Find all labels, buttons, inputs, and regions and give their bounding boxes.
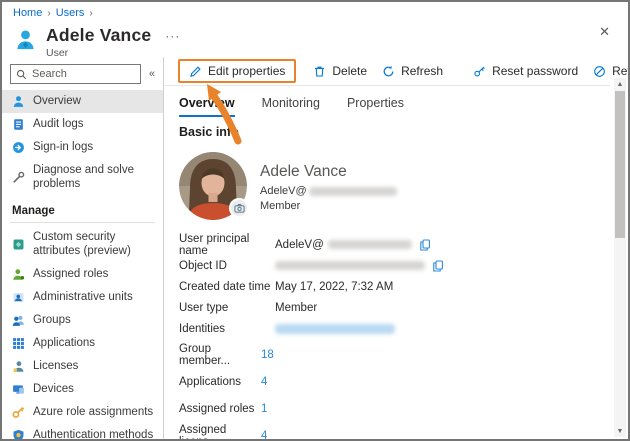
breadcrumb-users[interactable]: Users (56, 7, 85, 19)
block-icon (594, 65, 605, 77)
tab-overview[interactable]: Overview (179, 96, 235, 117)
sidebar-item-custom-security-attributes[interactable]: Custom security attributes (preview) (2, 226, 163, 263)
scrollbar-thumb[interactable] (615, 91, 625, 238)
edit-properties-button[interactable]: Edit properties (178, 59, 297, 83)
breadcrumb-home[interactable]: Home (13, 7, 42, 19)
delete-button[interactable]: Delete (313, 64, 367, 78)
close-icon[interactable]: ✕ (599, 25, 610, 38)
person-role-icon (12, 268, 25, 281)
license-person-icon (12, 360, 25, 373)
user-person-icon (14, 25, 37, 59)
group-memberships-count-link[interactable]: 18 (261, 349, 274, 361)
key-icon (12, 406, 25, 419)
shield-icon (12, 429, 25, 439)
applications-grid-icon (12, 337, 25, 350)
scrollbar-up-icon[interactable]: ▲ (614, 78, 626, 90)
stat-assigned-roles: Assigned roles 1 (179, 402, 268, 415)
search-icon (16, 69, 27, 79)
copy-icon[interactable] (419, 238, 431, 251)
breadcrumb-separator: › (47, 7, 51, 19)
sidebar-divider (10, 221, 155, 223)
page-header: Adele Vance ··· User (14, 25, 180, 59)
admin-units-icon (12, 291, 25, 304)
stat-applications: Applications 4 (179, 375, 268, 388)
sidebar-item-authentication-methods[interactable]: Authentication methods (2, 424, 163, 439)
tab-bar: Overview Monitoring Properties (179, 96, 404, 117)
field-user-type: User type Member (179, 301, 318, 314)
summary-stats: Group member... 18 Applications 4 Assign… (179, 341, 274, 441)
wrench-icon (12, 171, 25, 184)
toolbar: Edit properties Delete Refresh Reset pas… (165, 57, 628, 86)
title-more-icon[interactable]: ··· (165, 29, 180, 43)
sidebar-item-diagnose[interactable]: Diagnose and solve problems (2, 159, 163, 196)
redacted-identities-link[interactable] (275, 323, 395, 334)
breadcrumb: Home › Users › (13, 7, 93, 19)
field-created-date: Created date time May 17, 2022, 7:32 AM (179, 280, 394, 293)
sidebar-item-azure-role-assignments[interactable]: Azure role assignments (2, 401, 163, 424)
sidebar-search-input[interactable]: Search (10, 64, 141, 84)
sidebar-section-manage: Manage (12, 204, 55, 217)
security-attributes-icon (12, 238, 25, 251)
sidebar-item-audit-logs[interactable]: Audit logs (2, 113, 163, 136)
basic-info-title: Basic info (179, 125, 239, 139)
upn-value-prefix: AdeleV@ (275, 238, 324, 251)
refresh-icon (383, 65, 394, 76)
sidebar: Search « Overview Audit logs Sign-in log… (2, 57, 164, 439)
sidebar-item-overview[interactable]: Overview (2, 90, 163, 113)
revoke-sessions-button[interactable]: Revoke sessions (593, 64, 628, 78)
page-title: Adele Vance (46, 25, 152, 45)
field-identities: Identities (179, 318, 444, 339)
audit-logs-icon (12, 118, 25, 131)
azure-user-profile-panel: Home › Users › ✕ Adele Vance ··· User Se… (0, 0, 630, 441)
change-photo-camera-icon[interactable] (229, 198, 249, 218)
assigned-roles-count-link[interactable]: 1 (261, 403, 267, 415)
field-object-id: Object ID (179, 255, 444, 276)
sidebar-item-administrative-units[interactable]: Administrative units (2, 286, 163, 309)
profile-name: Adele Vance (260, 163, 347, 180)
redacted-domain (308, 186, 397, 196)
tab-properties[interactable]: Properties (347, 96, 404, 117)
stat-assigned-licenses: Assigned licens... 4 (179, 423, 268, 441)
redacted-upn-domain (327, 240, 412, 249)
copy-icon[interactable] (432, 259, 444, 272)
profile-upn-prefix: AdeleV@ (260, 185, 307, 197)
profile-member-type: Member (260, 200, 301, 212)
sidebar-item-signin-logs[interactable]: Sign-in logs (2, 136, 163, 159)
sidebar-item-applications[interactable]: Applications (2, 332, 163, 355)
reset-password-button[interactable]: Reset password (473, 64, 578, 78)
refresh-button[interactable]: Refresh (382, 64, 443, 78)
sidebar-collapse-icon[interactable]: « (147, 68, 157, 80)
reset-password-key-icon (474, 66, 485, 76)
scrollbar-down-icon[interactable]: ▼ (614, 425, 626, 437)
devices-monitor-icon (12, 383, 25, 396)
content-pane: Edit properties Delete Refresh Reset pas… (165, 57, 628, 439)
sidebar-item-assigned-roles[interactable]: Assigned roles (2, 263, 163, 286)
field-user-principal-name: User principal name AdeleV@ (179, 233, 444, 257)
stat-group-memberships: Group member... 18 (179, 342, 274, 367)
applications-count-link[interactable]: 4 (261, 376, 267, 388)
search-placeholder: Search (32, 68, 67, 80)
pencil-icon (190, 65, 201, 77)
vertical-scrollbar[interactable]: ▲ ▼ (614, 78, 626, 437)
sidebar-nav: Overview Audit logs Sign-in logs Diagnos… (2, 90, 163, 439)
redacted-object-id (275, 261, 425, 270)
groups-icon (12, 314, 25, 327)
basic-info-fields: User principal name AdeleV@ Object ID Cr… (179, 233, 444, 339)
sidebar-item-licenses[interactable]: Licenses (2, 355, 163, 378)
tab-monitoring[interactable]: Monitoring (262, 96, 320, 117)
sidebar-item-devices[interactable]: Devices (2, 378, 163, 401)
overview-person-icon (12, 95, 25, 108)
signin-logs-icon (12, 141, 25, 154)
sidebar-item-groups[interactable]: Groups (2, 309, 163, 332)
breadcrumb-separator: › (89, 7, 93, 19)
profile-card: Adele Vance AdeleV@ Member (179, 152, 397, 220)
trash-icon (315, 66, 325, 77)
avatar (179, 152, 249, 220)
assigned-licenses-count-link[interactable]: 4 (261, 430, 267, 440)
